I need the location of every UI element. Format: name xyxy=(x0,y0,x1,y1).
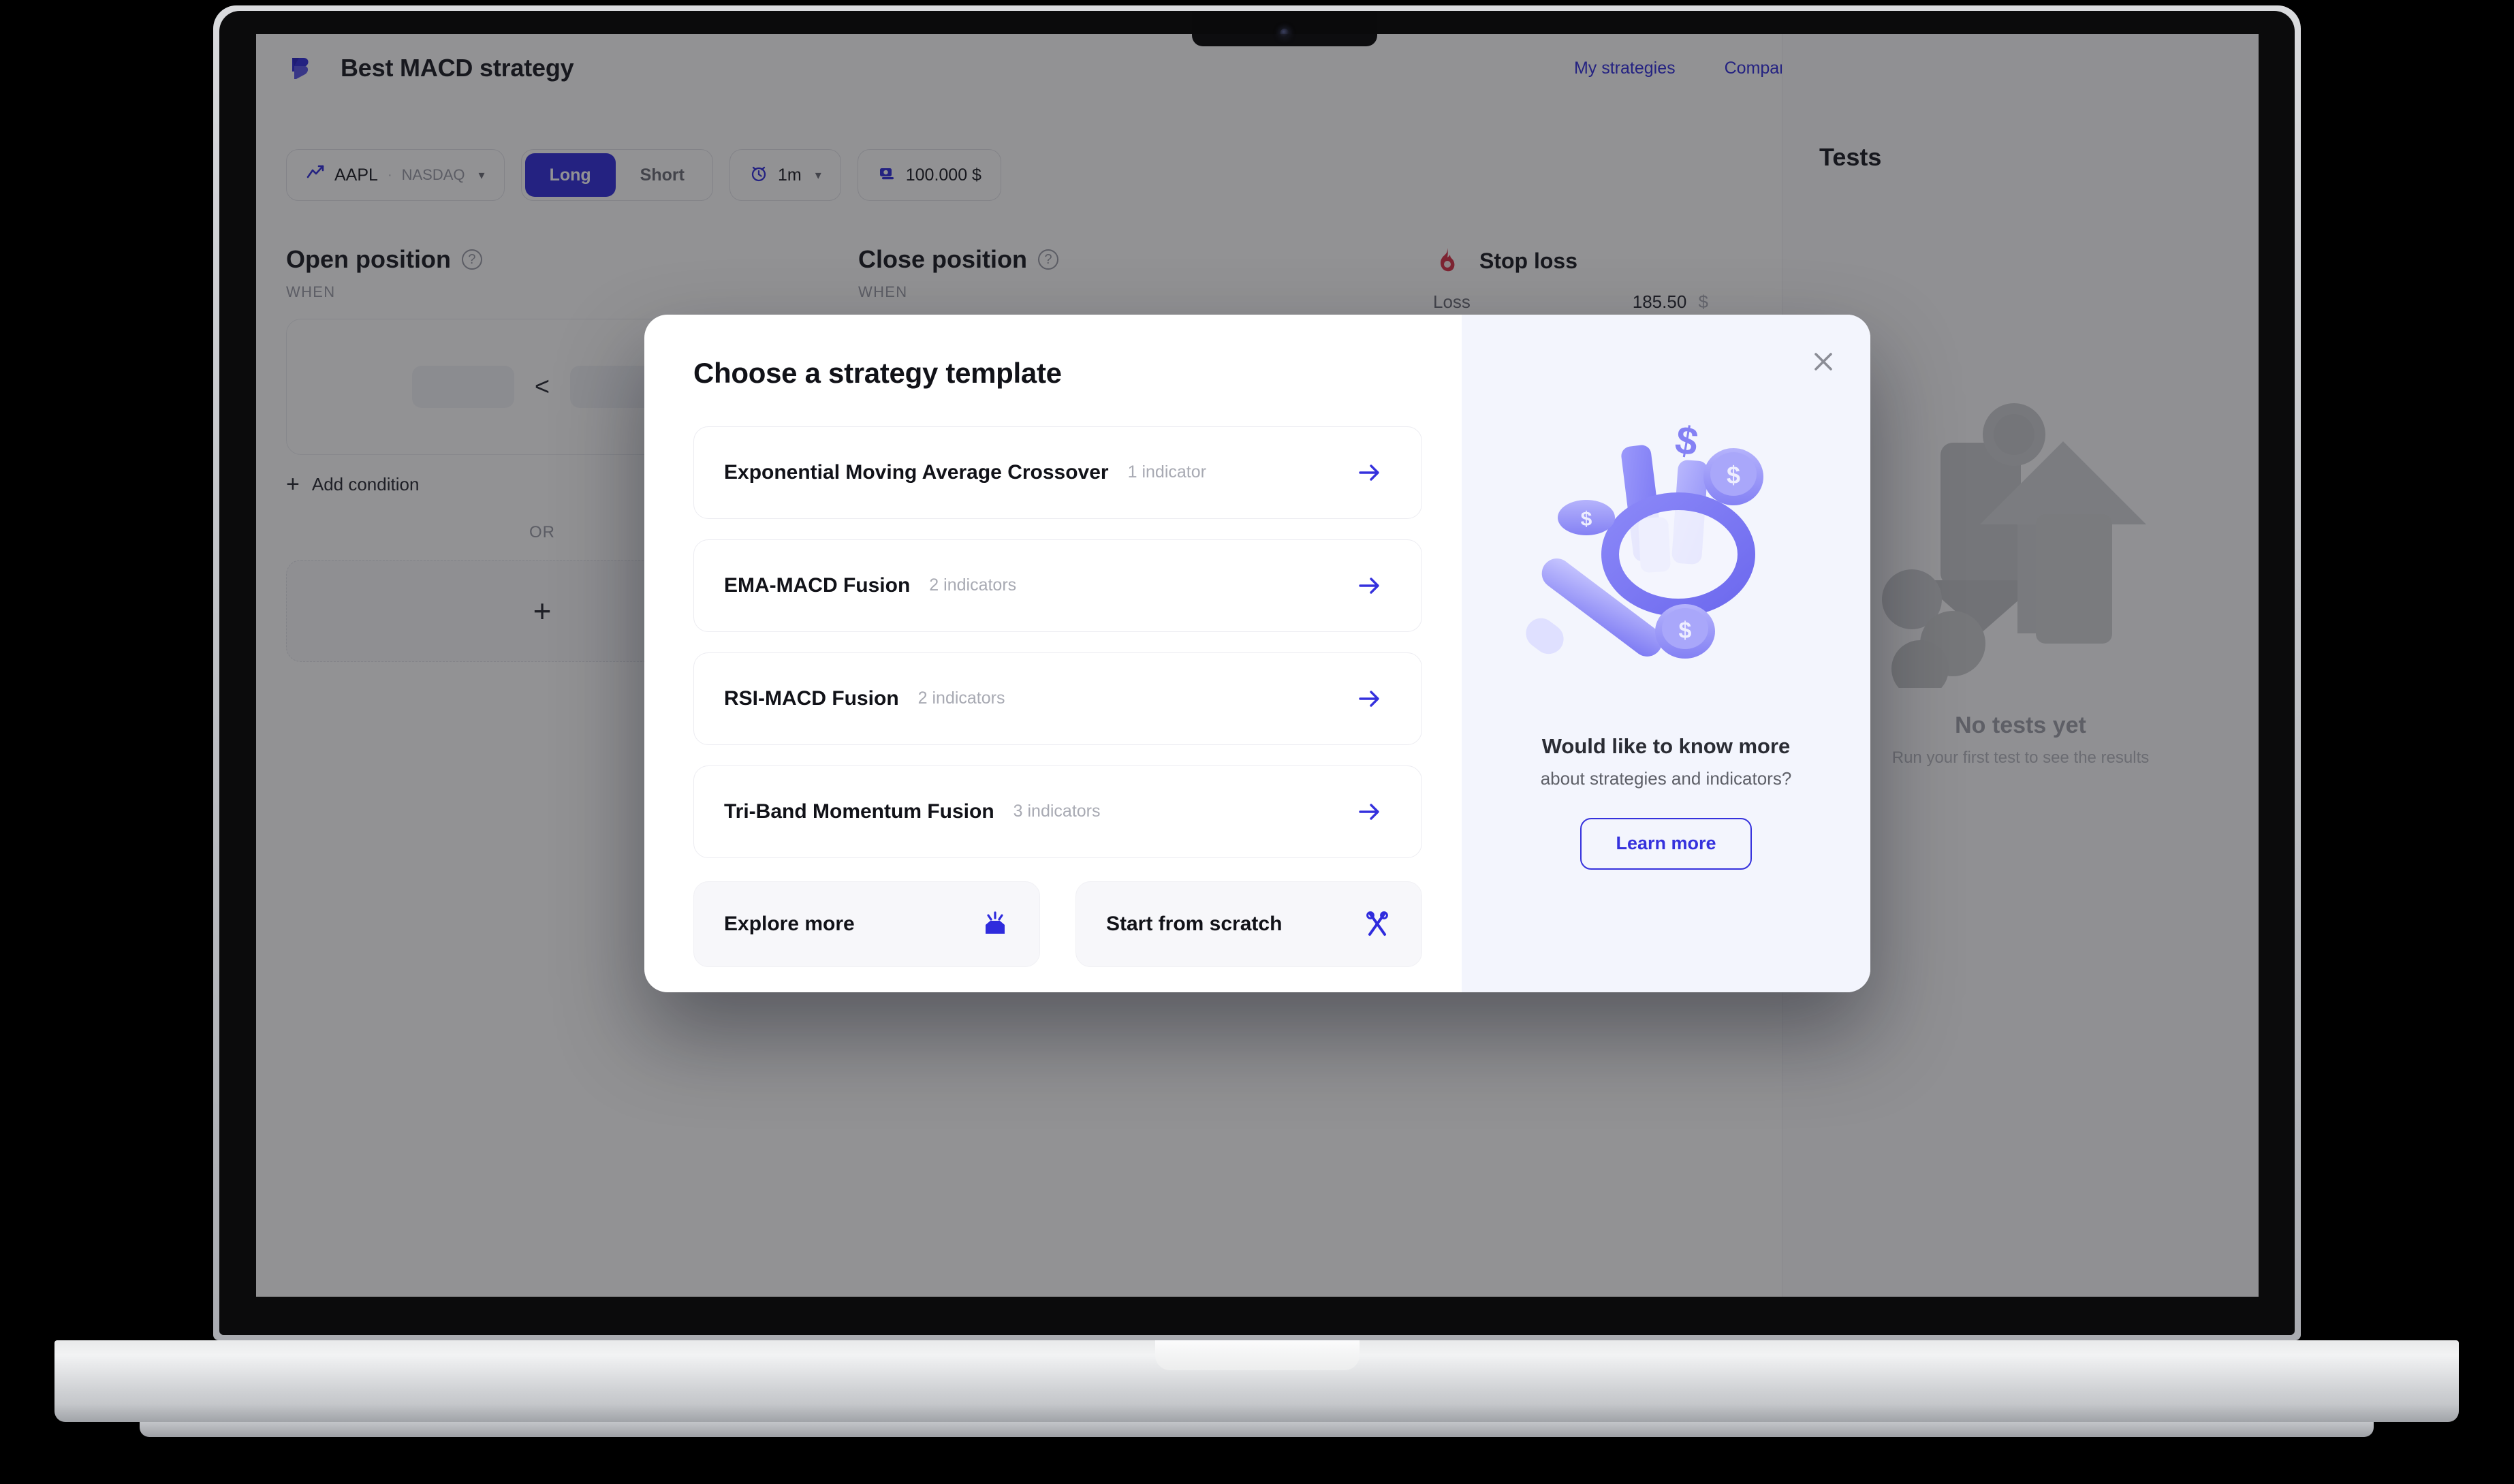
template-name: Exponential Moving Average Crossover xyxy=(724,460,1109,484)
modal-left-pane: Choose a strategy template Exponential M… xyxy=(644,315,1462,992)
laptop-mockup-stage: Best MACD strategy My strategies Compare… xyxy=(0,0,2514,1484)
template-item-ema-macd-fusion[interactable]: EMA-MACD Fusion 2 indicators xyxy=(693,539,1422,632)
promo-subtitle: about strategies and indicators? xyxy=(1540,768,1792,789)
scissors-icon xyxy=(1363,910,1392,938)
svg-text:$: $ xyxy=(1581,508,1592,531)
template-item-ema-crossover[interactable]: Exponential Moving Average Crossover 1 i… xyxy=(693,426,1422,519)
explore-more-button[interactable]: Explore more xyxy=(693,881,1040,967)
template-indicator-count: 2 indicators xyxy=(929,575,1017,595)
template-indicator-count: 2 indicators xyxy=(917,689,1005,708)
modal-promo-pane: $ $ $ $ Would like to know more about st… xyxy=(1462,314,1870,992)
template-name: EMA-MACD Fusion xyxy=(724,573,911,597)
laptop-base-foot xyxy=(140,1422,2374,1437)
arrow-right-icon[interactable] xyxy=(1356,572,1383,599)
arrow-right-icon[interactable] xyxy=(1356,459,1383,486)
start-from-scratch-label: Start from scratch xyxy=(1106,912,1283,935)
arrow-right-icon[interactable] xyxy=(1356,685,1383,712)
template-item-tri-band-momentum-fusion[interactable]: Tri-Band Momentum Fusion 3 indicators xyxy=(693,765,1422,858)
arrow-right-icon[interactable] xyxy=(1356,798,1383,825)
modal-action-row: Explore more Start from scratch xyxy=(693,881,1422,967)
explore-more-label: Explore more xyxy=(724,912,855,935)
close-icon[interactable] xyxy=(1808,346,1839,377)
modal-title: Choose a strategy template xyxy=(693,356,1062,389)
promo-title: Would like to know more xyxy=(1541,733,1791,758)
template-name: Tri-Band Momentum Fusion xyxy=(724,800,994,823)
template-list: Exponential Moving Average Crossover 1 i… xyxy=(693,426,1422,858)
learn-more-button[interactable]: Learn more xyxy=(1580,817,1752,870)
sparkle-box-icon xyxy=(981,910,1009,938)
laptop-screen: Best MACD strategy My strategies Compare… xyxy=(256,34,2259,1297)
magnifier-bars-coins-illustration: $ $ $ $ xyxy=(1506,396,1826,710)
start-from-scratch-button[interactable]: Start from scratch xyxy=(1075,881,1422,967)
modal-layer: Choose a strategy template Exponential M… xyxy=(256,34,2259,1297)
template-name: RSI-MACD Fusion xyxy=(724,686,899,710)
template-item-rsi-macd-fusion[interactable]: RSI-MACD Fusion 2 indicators xyxy=(693,652,1422,745)
template-indicator-count: 1 indicator xyxy=(1127,462,1206,481)
svg-text:$: $ xyxy=(1727,461,1740,489)
strategy-template-modal: Choose a strategy template Exponential M… xyxy=(644,314,1870,992)
svg-text:$: $ xyxy=(1672,417,1701,464)
laptop-base-notch xyxy=(1154,1340,1360,1370)
template-indicator-count: 3 indicators xyxy=(1013,802,1101,821)
svg-text:$: $ xyxy=(1679,618,1692,644)
